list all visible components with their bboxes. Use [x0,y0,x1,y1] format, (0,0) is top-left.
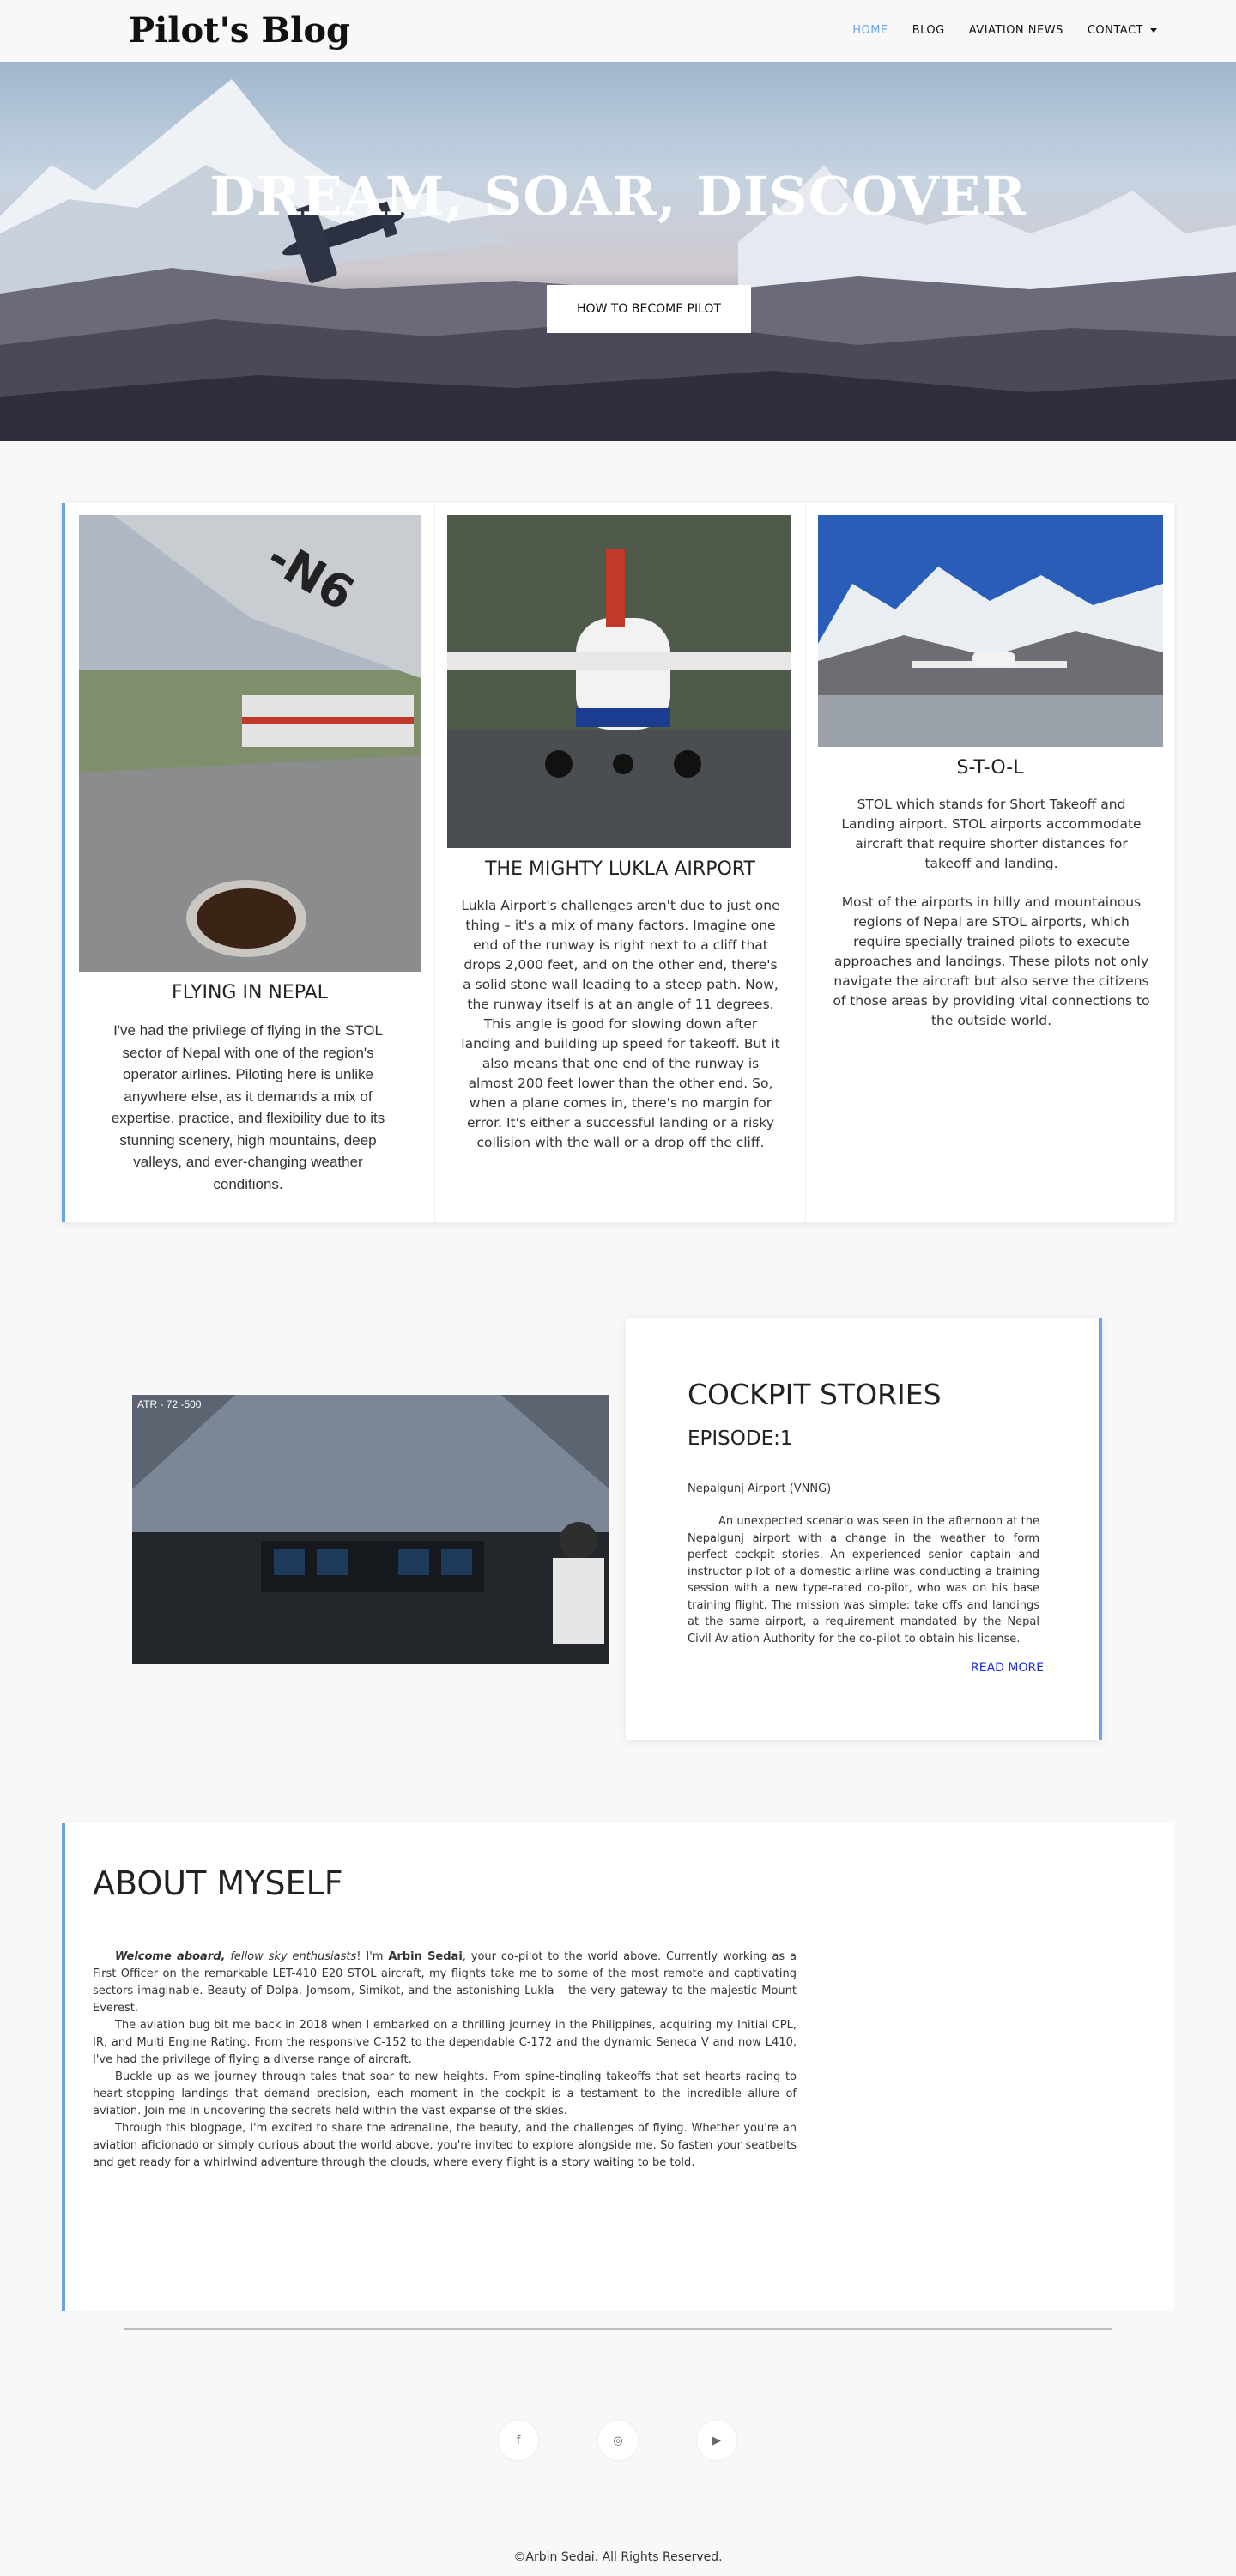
facebook-icon[interactable]: f [499,2421,538,2460]
card-lukla-airport[interactable]: THE MIGHTY LUKLA AIRPORT Lukla Airport's… [434,503,805,1222]
chevron-down-icon [1150,28,1157,33]
about-text: Welcome aboard, fellow sky enthusiasts! … [93,1949,797,2172]
copyright: ©Arbin Sedai. All Rights Reserved. [513,2550,723,2564]
card-image-stol-mountains [818,515,1163,747]
nav-menu: HOME BLOG AVIATION NEWS CONTACT [852,24,1157,37]
hero-banner: DREAM, SOAR, DISCOVER HOW TO BECOME PILO… [0,62,1236,441]
card-stol[interactable]: S-T-O-L STOL which stands for Short Take… [805,503,1174,1222]
cockpit-stories-card: COCKPIT STORIES EPISODE:1 Nepalgunj Airp… [626,1318,1102,1740]
story-episode: EPISODE:1 [688,1427,793,1450]
about-welcome: Welcome aboard, [115,1950,226,1963]
card-text-secondary: Most of the airports in hilly and mounta… [833,894,1150,1028]
become-pilot-button[interactable]: HOW TO BECOME PILOT [547,285,751,333]
about-p1-a: ! I'm [356,1950,389,1963]
card-title: FLYING IN NEPAL [172,982,328,1003]
read-more-link[interactable]: READ MORE [971,1661,1044,1675]
about-fellow: fellow sky enthusiasts [225,1950,357,1963]
nav-aviation-news[interactable]: AVIATION NEWS [969,24,1063,37]
footer-divider [124,2328,1112,2330]
nav-contact[interactable]: CONTACT [1088,24,1157,37]
about-name: Arbin Sedai [388,1950,463,1963]
card-text: STOL which stands for Short Takeoff and … [841,797,1142,871]
card-title: THE MIGHTY LUKLA AIRPORT [485,858,755,880]
card-title: S-T-O-L [956,757,1024,779]
story-body: An unexpected scenario was seen in the a… [688,1515,1039,1646]
hero-mountain-image [0,79,1236,441]
story-title: COCKPIT STORIES [688,1378,942,1411]
card-flying-in-nepal[interactable]: -N6 FLYING IN NEPAL I've had the privile… [65,503,434,1222]
nav-home[interactable]: HOME [852,24,888,37]
about-paragraph: Buckle up as we journey through tales th… [93,2070,797,2118]
about-paragraph: Through this blogpage, I'm excited to sh… [93,2122,797,2169]
about-section: ABOUT MYSELF Welcome aboard, fellow sky … [62,1823,1174,2311]
card-image-aircraft-wing: -N6 [79,515,421,972]
youtube-icon[interactable]: ▶ [697,2421,736,2460]
card-text: I've had the privilege of flying in the … [111,1022,385,1192]
navbar: Pilot's Blog HOME BLOG AVIATION NEWS CON… [0,0,1236,62]
instagram-icon[interactable]: ◎ [598,2421,638,2460]
card-image-lukla-plane [447,515,791,848]
story-airport: Nepalgunj Airport (VNNG) [688,1482,832,1495]
cockpit-image: ATR - 72 -500 [132,1395,609,1664]
card-text: Lukla Airport's challenges aren't due to… [461,898,780,1150]
about-title: ABOUT MYSELF [93,1864,343,1902]
featured-cards: -N6 FLYING IN NEPAL I've had the privile… [62,503,1174,1222]
about-paragraph: The aviation bug bit me back in 2018 whe… [93,2019,797,2066]
nav-contact-label: CONTACT [1087,24,1143,37]
nav-blog[interactable]: BLOG [912,24,945,37]
brand-logo[interactable]: Pilot's Blog [129,10,350,51]
cockpit-image-caption: ATR - 72 -500 [137,1398,202,1410]
hero-title: DREAM, SOAR, DISCOVER [209,165,1027,227]
